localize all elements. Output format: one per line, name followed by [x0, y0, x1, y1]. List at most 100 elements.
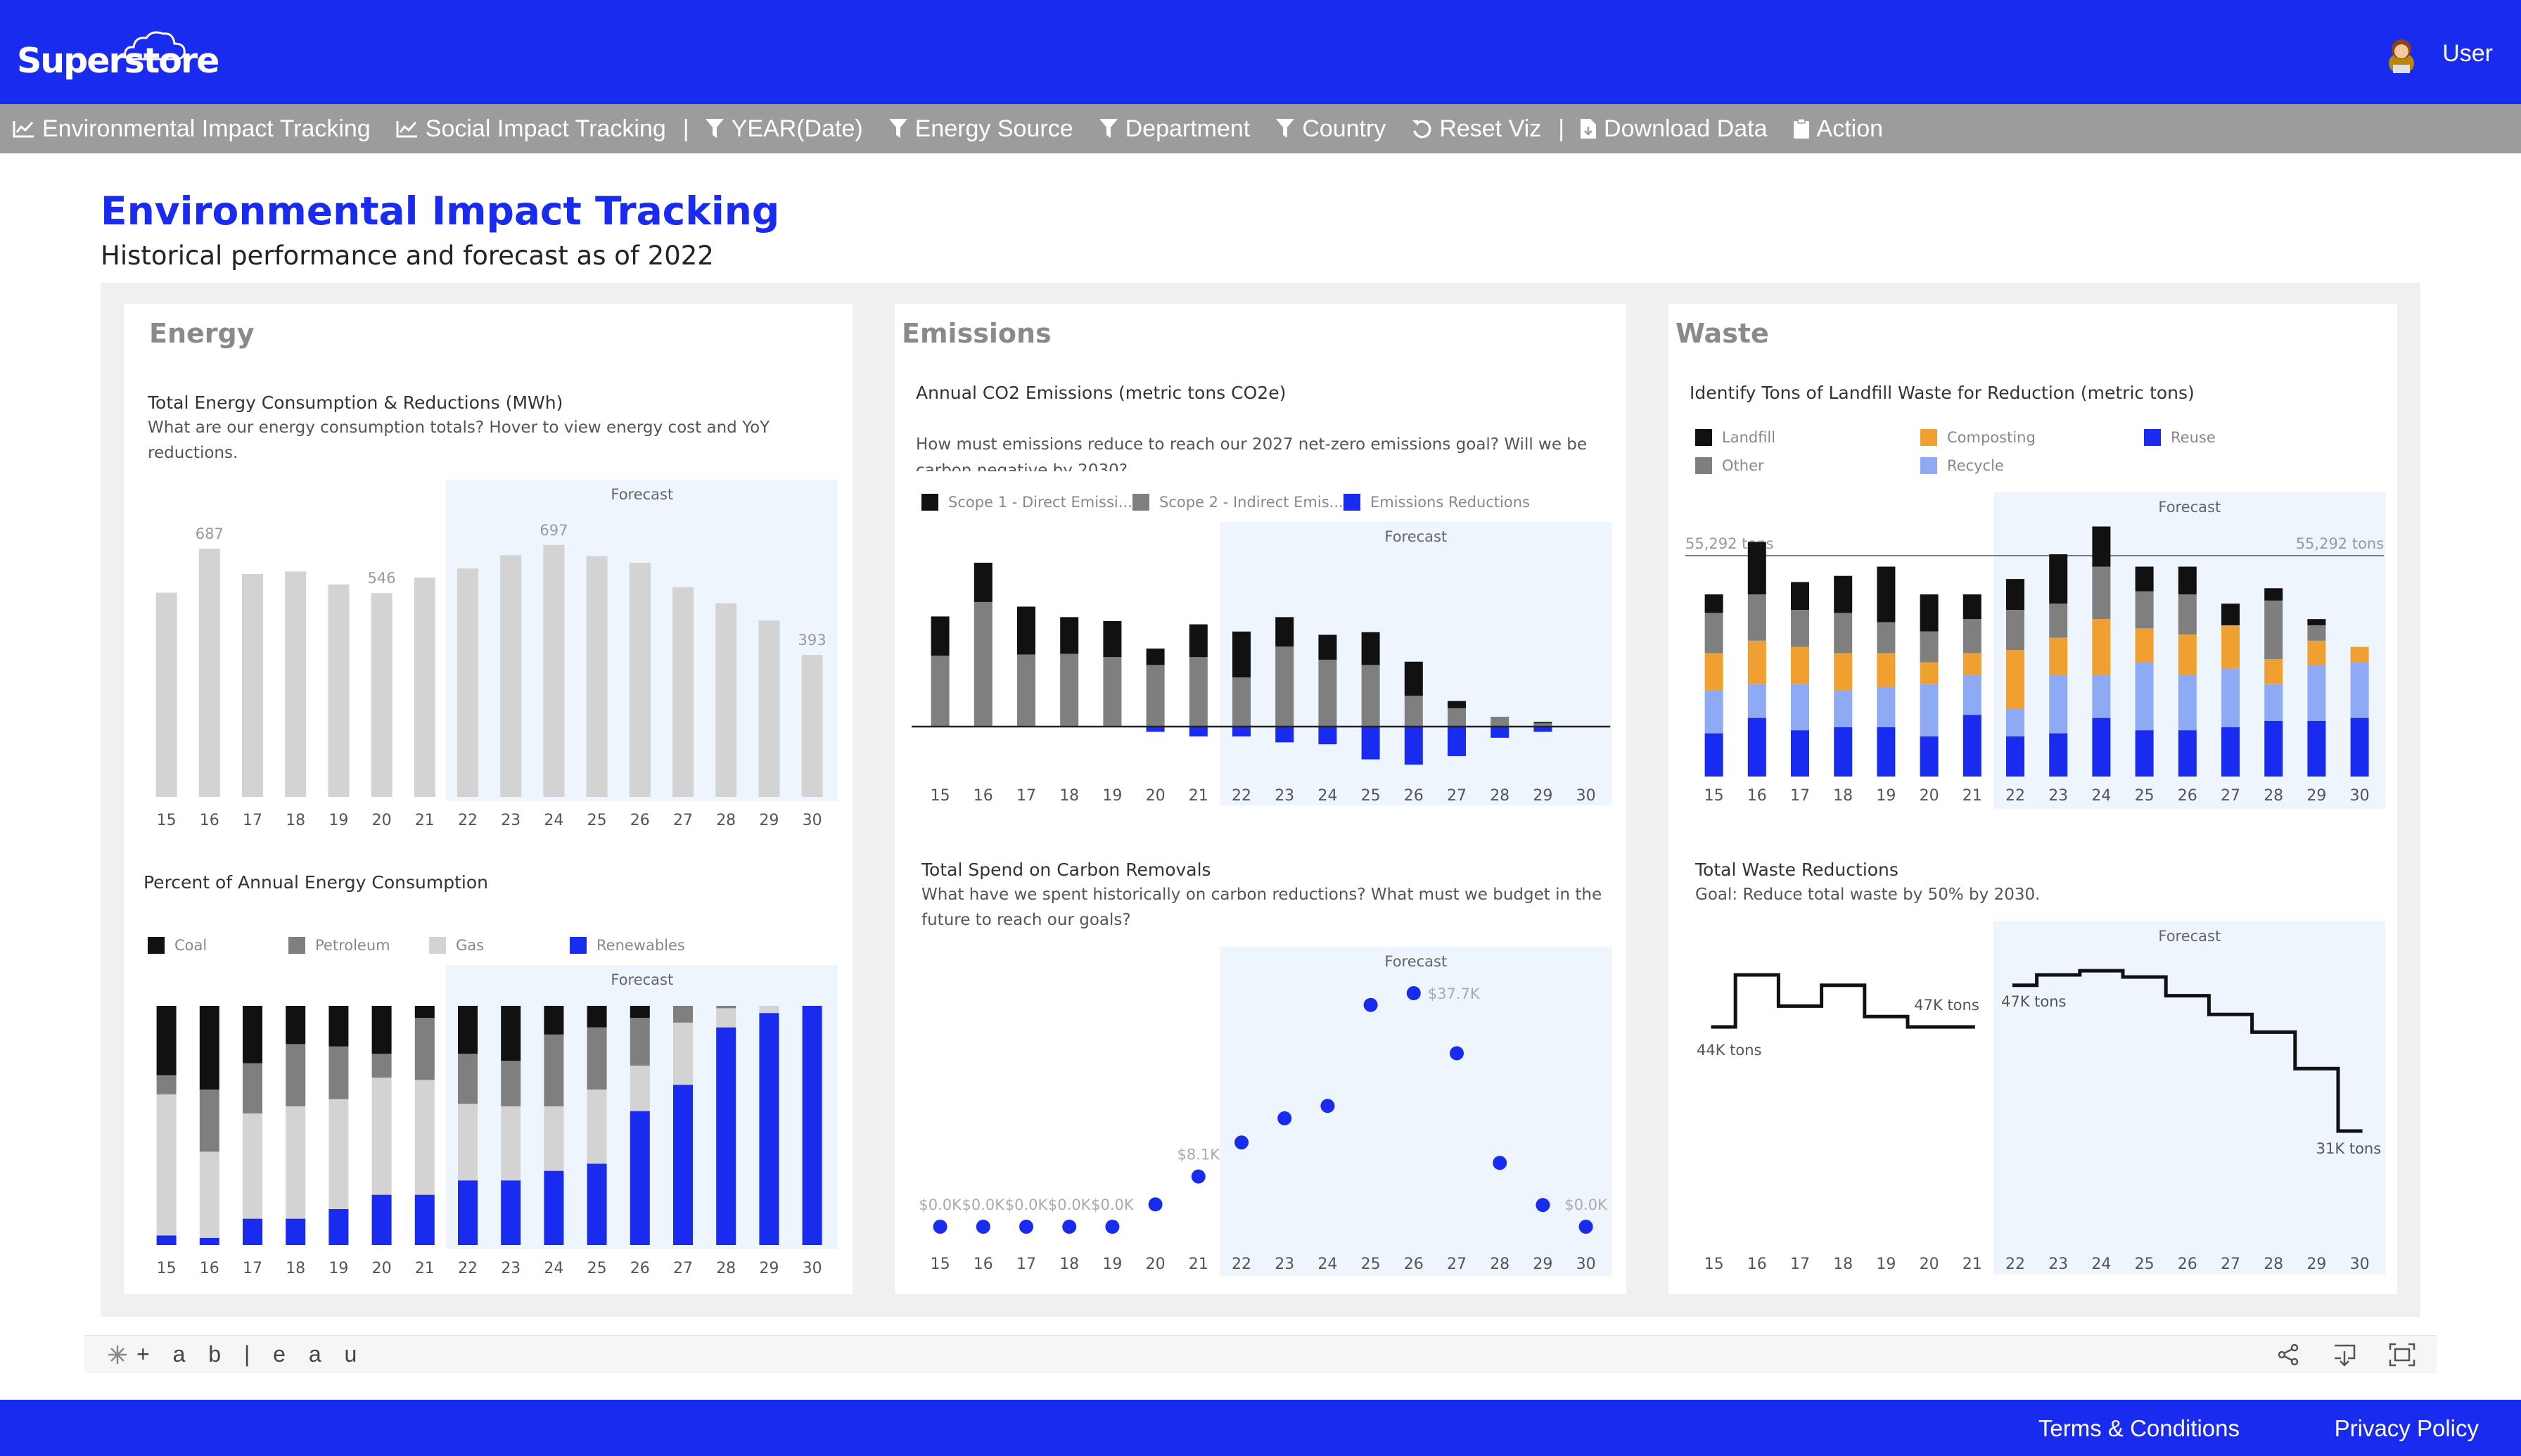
stack-segment	[414, 1006, 435, 1018]
stack-segment	[2307, 625, 2326, 641]
filter-icon	[1099, 119, 1118, 138]
x-tick-label: 17	[1016, 1256, 1036, 1273]
stack-segment	[716, 1008, 736, 1028]
x-tick-label: 21	[1962, 787, 1982, 805]
stack-segment	[156, 1235, 177, 1245]
data-point	[976, 1220, 990, 1234]
legend-item-scope2[interactable]: Scope 2 - Indirect Emis...	[1132, 494, 1344, 511]
x-tick-label: 19	[1102, 787, 1122, 805]
stack-segment	[1791, 582, 1809, 610]
legend-item-reductions[interactable]: Emissions Reductions	[1344, 494, 1530, 511]
year-filter[interactable]: YEAR(Date)	[705, 115, 863, 143]
stack-segment	[2307, 665, 2326, 721]
stack-segment	[371, 1006, 392, 1054]
user-menu[interactable]: User	[2382, 34, 2493, 73]
x-tick-label: 22	[458, 812, 478, 829]
bar	[285, 571, 307, 797]
stack-segment	[1491, 717, 1510, 727]
stack-segment	[1103, 620, 1122, 658]
legend-item-recycle[interactable]: Recycle	[1920, 457, 2004, 474]
fullscreen-icon[interactable]	[2389, 1343, 2415, 1370]
energy-percent-chart[interactable]: Forecast 15 16 17 18 19 20 21 22 23 24 25 26 27 28 29 30	[124, 958, 853, 1282]
data-label: $0.0K	[962, 1196, 1006, 1213]
x-tick-label: 28	[1490, 787, 1510, 805]
landfill-waste-chart[interactable]: Forecast55,292 tons 55,292 tons15 16 17 18 19…	[1668, 480, 2397, 845]
carbon-spend-chart[interactable]: Forecast$0.0K $0.0K $0.0K $0.0K $0.0K$8.1K$3…	[895, 937, 1626, 1282]
department-filter[interactable]: Department	[1099, 115, 1250, 143]
superstore-logo[interactable]: Superstore	[17, 41, 219, 81]
country-filter[interactable]: Country	[1275, 115, 1386, 143]
stack-segment	[974, 563, 993, 602]
social-impact-link[interactable]: Social Impact Tracking	[396, 115, 666, 143]
x-tick-label: 15	[157, 812, 177, 829]
action-button[interactable]: Action	[1793, 115, 1883, 143]
stack-segment	[630, 1066, 650, 1111]
bar	[457, 568, 478, 797]
x-tick-label: 28	[716, 812, 736, 829]
stack-segment	[2307, 721, 2326, 777]
legend-item-scope1[interactable]: Scope 1 - Direct Emissi...	[921, 494, 1132, 511]
data-point	[1450, 1046, 1464, 1061]
x-tick-label: 30	[803, 1260, 822, 1277]
x-tick-label: 30	[2350, 787, 2370, 805]
legend-item-coal[interactable]: Coal	[148, 937, 207, 954]
legend-item-gas[interactable]: Gas	[429, 937, 484, 954]
legend-item-renewables[interactable]: Renewables	[570, 937, 685, 954]
x-tick-label: 19	[1876, 787, 1896, 805]
env-impact-link[interactable]: Environmental Impact Tracking	[13, 115, 371, 143]
stack-segment	[931, 656, 950, 727]
legend-item-petroleum[interactable]: Petroleum	[288, 937, 390, 954]
tableau-logo[interactable]: + a b | e a u	[106, 1341, 365, 1367]
stack-segment	[2049, 637, 2068, 675]
chart-subtitle: What have we spent historically on carbo…	[921, 886, 1602, 904]
stack-segment	[2135, 628, 2154, 663]
forecast-label: Forecast	[2158, 499, 2221, 516]
stack-segment	[1791, 684, 1809, 731]
stack-segment	[371, 1078, 392, 1195]
stack-segment	[2221, 604, 2240, 625]
share-icon[interactable]	[2276, 1343, 2300, 1370]
x-tick-label: 28	[2264, 1256, 2283, 1273]
stack-segment	[2049, 604, 2068, 638]
stack-segment	[1962, 675, 1981, 715]
reference-label: 55,292 tons	[2296, 535, 2385, 552]
data-point	[1363, 997, 1378, 1012]
stack-segment	[199, 1151, 219, 1238]
stack-segment	[1877, 727, 1896, 777]
privacy-link[interactable]: Privacy Policy	[2335, 1415, 2479, 1442]
data-label: 697	[540, 522, 568, 539]
x-tick-label: 26	[2178, 1256, 2197, 1273]
stack-segment	[1962, 715, 1981, 777]
legend-item-reuse[interactable]: Reuse	[2144, 429, 2216, 446]
page-subtitle: Historical performance and forecast as o…	[101, 241, 714, 271]
bar	[198, 549, 220, 797]
x-tick-label: 25	[587, 1260, 607, 1277]
x-tick-label: 23	[1275, 1256, 1294, 1273]
stack-segment	[1747, 717, 1766, 777]
legend-item-other[interactable]: Other	[1695, 457, 1764, 474]
co2-emissions-chart[interactable]: Forecast 15 16 17 18 19 20 21 22 23 24 25 26 27 28 29 30	[895, 515, 1626, 845]
x-tick-label: 27	[2221, 1256, 2240, 1273]
data-label: $8.1K	[1177, 1147, 1221, 1163]
legend-item-composting[interactable]: Composting	[1920, 429, 2036, 446]
x-tick-label: 29	[2306, 1256, 2326, 1273]
panel-title: Energy	[149, 318, 255, 349]
waste-reduction-chart[interactable]: Forecast 44K tons 47K tons 47K tons 31K tons…	[1668, 909, 2397, 1282]
stack-segment	[286, 1044, 306, 1106]
legend-item-landfill[interactable]: Landfill	[1695, 429, 1775, 446]
reset-viz-button[interactable]: Reset Viz	[1411, 115, 1541, 143]
panel-title: Emissions	[902, 318, 1052, 349]
stack-segment	[1533, 722, 1552, 724]
stack-segment	[1448, 701, 1466, 708]
stack-segment	[2264, 588, 2283, 601]
x-tick-label: 29	[1533, 1256, 1552, 1273]
download-data-button[interactable]: Download Data	[1580, 115, 1768, 143]
download-icon[interactable]	[2332, 1343, 2356, 1370]
stack-segment	[2178, 675, 2197, 731]
forecast-label: Forecast	[611, 486, 673, 503]
terms-link[interactable]: Terms & Conditions	[2038, 1415, 2240, 1442]
stack-segment	[1920, 736, 1939, 777]
stack-segment	[1060, 617, 1079, 654]
stack-segment	[2135, 591, 2154, 629]
energy-source-filter[interactable]: Energy Source	[888, 115, 1073, 143]
